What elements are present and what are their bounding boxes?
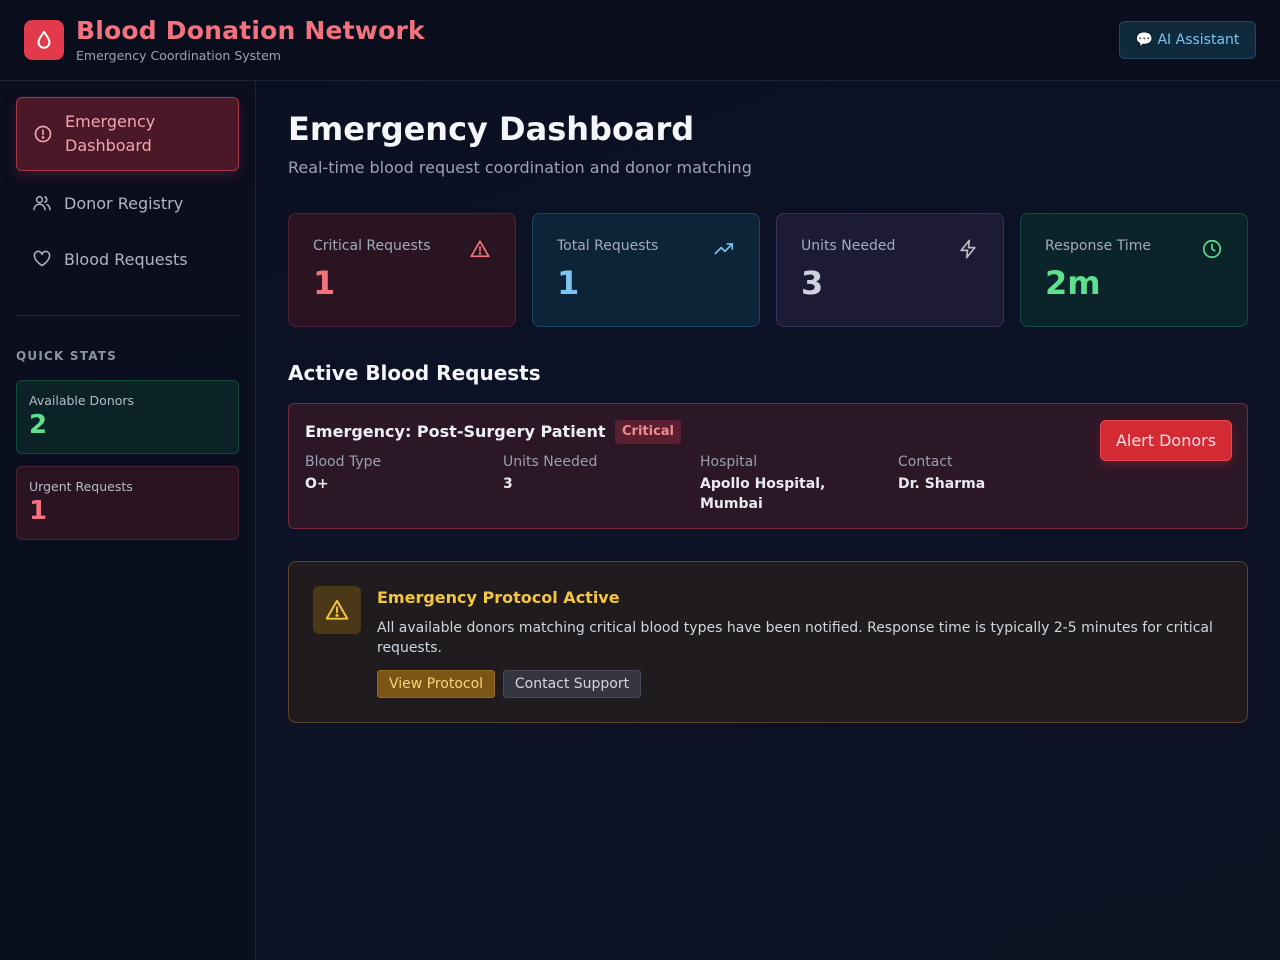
blood-request-card: Emergency: Post-Surgery Patient Critical…: [288, 403, 1248, 529]
request-title: Emergency: Post-Surgery Patient: [305, 422, 606, 441]
field-label: Contact: [898, 454, 953, 470]
quick-stat-label: Urgent Requests: [29, 479, 133, 494]
quick-stat-value: 1: [29, 496, 48, 526]
warning-triangle-icon: [469, 238, 491, 260]
field-value: O+: [305, 476, 329, 492]
stat-value: 1: [313, 264, 336, 302]
field-label: Blood Type: [305, 454, 382, 470]
request-field-blood-type: Blood Type O+: [305, 454, 495, 494]
stat-card-critical-requests: Critical Requests 1: [288, 213, 516, 327]
app-header: Blood Donation Network Emergency Coordin…: [0, 0, 1280, 81]
protocol-description: All available donors matching critical b…: [377, 620, 1213, 656]
alert-donors-button[interactable]: Alert Donors: [1100, 420, 1232, 461]
stat-label: Units Needed: [801, 238, 896, 254]
request-field-units-needed: Units Needed 3: [503, 454, 693, 494]
quick-stat-available-donors: Available Donors 2: [16, 380, 239, 454]
field-label: Hospital: [700, 454, 758, 470]
view-protocol-button[interactable]: View Protocol: [377, 670, 495, 698]
sidebar-item-label: Emergency Dashboard: [65, 112, 156, 155]
stat-value: 2m: [1045, 264, 1101, 302]
field-value: Apollo Hospital, Mumbai: [700, 476, 826, 512]
field-label: Units Needed: [503, 454, 598, 470]
clock-icon: [1201, 238, 1223, 260]
users-icon: [32, 193, 52, 213]
sidebar-divider: [16, 315, 239, 316]
field-value: 3: [503, 476, 513, 492]
trending-up-icon: [713, 238, 735, 260]
quick-stat-label: Available Donors: [29, 393, 135, 408]
request-field-contact: Contact Dr. Sharma: [898, 454, 1088, 494]
stat-value: 1: [557, 264, 580, 302]
emergency-protocol-panel: Emergency Protocol Active All available …: [288, 561, 1248, 723]
contact-support-button[interactable]: Contact Support: [503, 670, 641, 698]
ai-assistant-button[interactable]: 💬 AI Assistant: [1119, 21, 1256, 59]
field-value: Dr. Sharma: [898, 476, 986, 492]
sidebar-item-donor-registry[interactable]: Donor Registry: [16, 181, 239, 225]
stat-label: Critical Requests: [313, 238, 431, 254]
quick-stat-urgent-requests: Urgent Requests 1: [16, 466, 239, 540]
heart-icon: [32, 249, 52, 269]
section-title-active-requests: Active Blood Requests: [288, 361, 541, 385]
stat-card-response-time: Response Time 2m: [1020, 213, 1248, 327]
warning-triangle-icon: [313, 586, 361, 634]
stat-card-units-needed: Units Needed 3: [776, 213, 1004, 327]
stat-card-total-requests: Total Requests 1: [532, 213, 760, 327]
stat-value: 3: [801, 264, 824, 302]
status-badge: Critical: [615, 420, 682, 444]
alert-circle-icon: [33, 124, 53, 144]
blood-drop-icon: [24, 20, 64, 60]
stat-label: Total Requests: [557, 238, 659, 254]
lightning-icon: [957, 238, 979, 260]
quick-stats-title: QUICK STATS: [16, 349, 117, 363]
request-field-hospital: Hospital Apollo Hospital, Mumbai: [700, 454, 850, 514]
sidebar-item-blood-requests[interactable]: Blood Requests: [16, 237, 239, 281]
protocol-title: Emergency Protocol Active: [377, 588, 620, 607]
page-title: Emergency Dashboard: [288, 110, 695, 148]
sidebar-item-label: Blood Requests: [64, 249, 188, 269]
app-subtitle: Emergency Coordination System: [76, 48, 281, 63]
quick-stat-value: 2: [29, 410, 48, 440]
stat-label: Response Time: [1045, 238, 1151, 254]
app-title: Blood Donation Network: [76, 16, 425, 45]
page-subtitle: Real-time blood request coordination and…: [288, 158, 752, 177]
sidebar-item-emergency-dashboard[interactable]: Emergency Dashboard: [16, 97, 239, 171]
sidebar-item-label: Donor Registry: [64, 193, 184, 213]
sidebar: Emergency Dashboard Donor Registry Blood…: [0, 81, 256, 960]
